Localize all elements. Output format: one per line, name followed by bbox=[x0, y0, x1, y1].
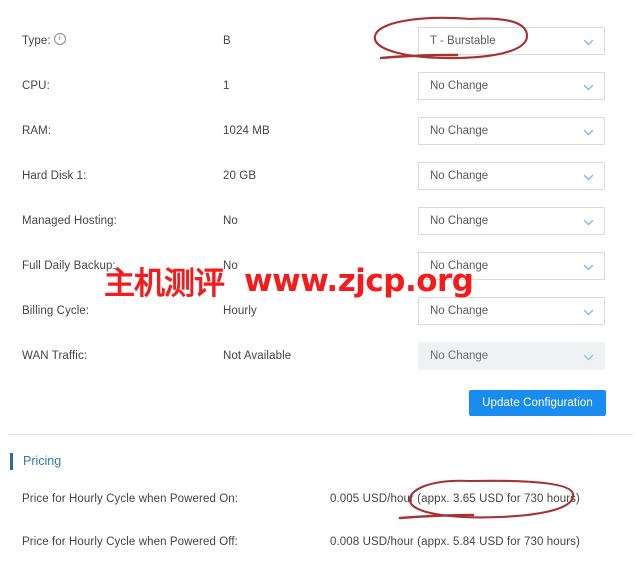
config-current-value-ram: 1024 MB bbox=[223, 125, 270, 137]
config-select-wan-traffic-value: No Change bbox=[430, 350, 489, 362]
section-divider bbox=[8, 434, 633, 435]
config-row-hard-disk-1: Hard Disk 1: 20 GB No Change bbox=[0, 162, 640, 207]
chevron-down-icon bbox=[583, 217, 594, 228]
config-select-billing-cycle-value: No Change bbox=[430, 305, 489, 317]
config-select-cpu[interactable]: No Change bbox=[418, 72, 605, 100]
config-row-type: Type: B T - Burstable bbox=[0, 27, 640, 72]
config-select-cpu-value: No Change bbox=[430, 80, 489, 92]
configuration-page: Type: B T - Burstable CPU: 1 No Change R… bbox=[0, 0, 640, 570]
config-select-full-daily-backup[interactable]: No Change bbox=[418, 252, 605, 280]
chevron-down-icon bbox=[583, 307, 594, 318]
config-select-wan-traffic: No Change bbox=[418, 342, 605, 370]
config-label-managed-hosting: Managed Hosting: bbox=[22, 215, 117, 227]
config-label-wan-traffic: WAN Traffic: bbox=[22, 350, 88, 362]
config-select-hard-disk-1-value: No Change bbox=[430, 170, 489, 182]
config-select-ram-value: No Change bbox=[430, 125, 489, 137]
chevron-down-icon bbox=[583, 172, 594, 183]
configuration-form: Type: B T - Burstable CPU: 1 No Change R… bbox=[0, 0, 640, 380]
info-circle-icon[interactable] bbox=[53, 32, 66, 45]
config-current-value-full-daily-backup: No bbox=[223, 260, 238, 272]
pricing-label-powered-on: Price for Hourly Cycle when Powered On: bbox=[22, 493, 239, 505]
config-select-full-daily-backup-value: No Change bbox=[430, 260, 489, 272]
pricing-value-powered-on: 0.005 USD/hour (appx. 3.65 USD for 730 h… bbox=[330, 493, 580, 505]
config-label-full-daily-backup: Full Daily Backup: bbox=[22, 260, 116, 272]
config-label-type-text: Type: bbox=[22, 35, 51, 47]
update-configuration-button[interactable]: Update Configuration bbox=[469, 390, 606, 416]
config-select-billing-cycle[interactable]: No Change bbox=[418, 297, 605, 325]
config-row-managed-hosting: Managed Hosting: No No Change bbox=[0, 207, 640, 252]
config-label-hard-disk-1: Hard Disk 1: bbox=[22, 170, 87, 182]
pricing-row-powered-off: Price for Hourly Cycle when Powered Off:… bbox=[0, 533, 640, 553]
config-select-managed-hosting[interactable]: No Change bbox=[418, 207, 605, 235]
config-row-ram: RAM: 1024 MB No Change bbox=[0, 117, 640, 162]
config-select-type-value: T - Burstable bbox=[430, 35, 496, 47]
chevron-down-icon bbox=[583, 127, 594, 138]
config-current-value-cpu: 1 bbox=[223, 80, 230, 92]
config-current-value-type: B bbox=[223, 35, 231, 47]
chevron-down-icon bbox=[583, 37, 594, 48]
config-label-billing-cycle: Billing Cycle: bbox=[22, 305, 90, 317]
pricing-title: Pricing bbox=[23, 454, 62, 468]
config-select-managed-hosting-value: No Change bbox=[430, 215, 489, 227]
config-label-cpu: CPU: bbox=[22, 80, 50, 92]
config-row-billing-cycle: Billing Cycle: Hourly No Change bbox=[0, 297, 640, 342]
config-current-value-managed-hosting: No bbox=[223, 215, 238, 227]
config-current-value-billing-cycle: Hourly bbox=[223, 305, 257, 317]
chevron-down-icon bbox=[583, 262, 594, 273]
config-row-wan-traffic: WAN Traffic: Not Available No Change bbox=[0, 342, 640, 387]
pricing-accent-bar bbox=[10, 453, 13, 470]
chevron-down-icon bbox=[583, 82, 594, 93]
config-current-value-hard-disk-1: 20 GB bbox=[223, 170, 257, 182]
pricing-label-powered-off: Price for Hourly Cycle when Powered Off: bbox=[22, 536, 238, 548]
config-current-value-wan-traffic: Not Available bbox=[223, 350, 292, 362]
pricing-value-powered-off: 0.008 USD/hour (appx. 5.84 USD for 730 h… bbox=[330, 536, 580, 548]
config-label-ram: RAM: bbox=[22, 125, 52, 137]
config-row-full-daily-backup: Full Daily Backup: No No Change bbox=[0, 252, 640, 297]
pricing-row-powered-on: Price for Hourly Cycle when Powered On: … bbox=[0, 490, 640, 510]
config-select-ram[interactable]: No Change bbox=[418, 117, 605, 145]
chevron-down-icon bbox=[583, 352, 594, 363]
config-row-cpu: CPU: 1 No Change bbox=[0, 72, 640, 117]
config-select-type[interactable]: T - Burstable bbox=[418, 27, 605, 55]
config-label-type: Type: bbox=[22, 27, 66, 55]
annotation-underline-price-estimate bbox=[398, 513, 475, 520]
config-select-hard-disk-1[interactable]: No Change bbox=[418, 162, 605, 190]
